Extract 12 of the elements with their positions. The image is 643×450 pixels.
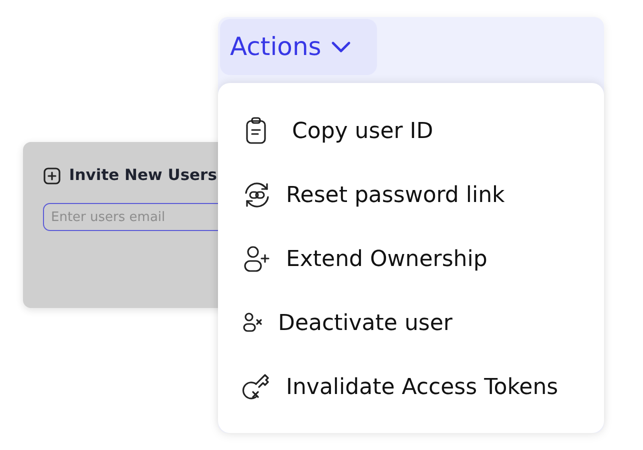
menu-item[interactable]: Deactivate user: [242, 291, 452, 355]
key-remove-icon: [242, 372, 272, 402]
add-square-icon: [43, 166, 61, 185]
user-remove-icon: [242, 312, 264, 334]
user-add-icon: [242, 244, 272, 274]
menu-item[interactable]: Copy user ID: [242, 99, 434, 163]
menu-item[interactable]: Reset password link: [242, 163, 505, 227]
menu-item[interactable]: Extend Ownership: [242, 227, 488, 291]
menu-item[interactable]: Invalidate Access Tokens: [242, 355, 558, 419]
card-title: Invite New Users: [69, 165, 217, 186]
actions-button[interactable]: Actions: [220, 19, 377, 75]
link-refresh-icon: [242, 180, 272, 210]
